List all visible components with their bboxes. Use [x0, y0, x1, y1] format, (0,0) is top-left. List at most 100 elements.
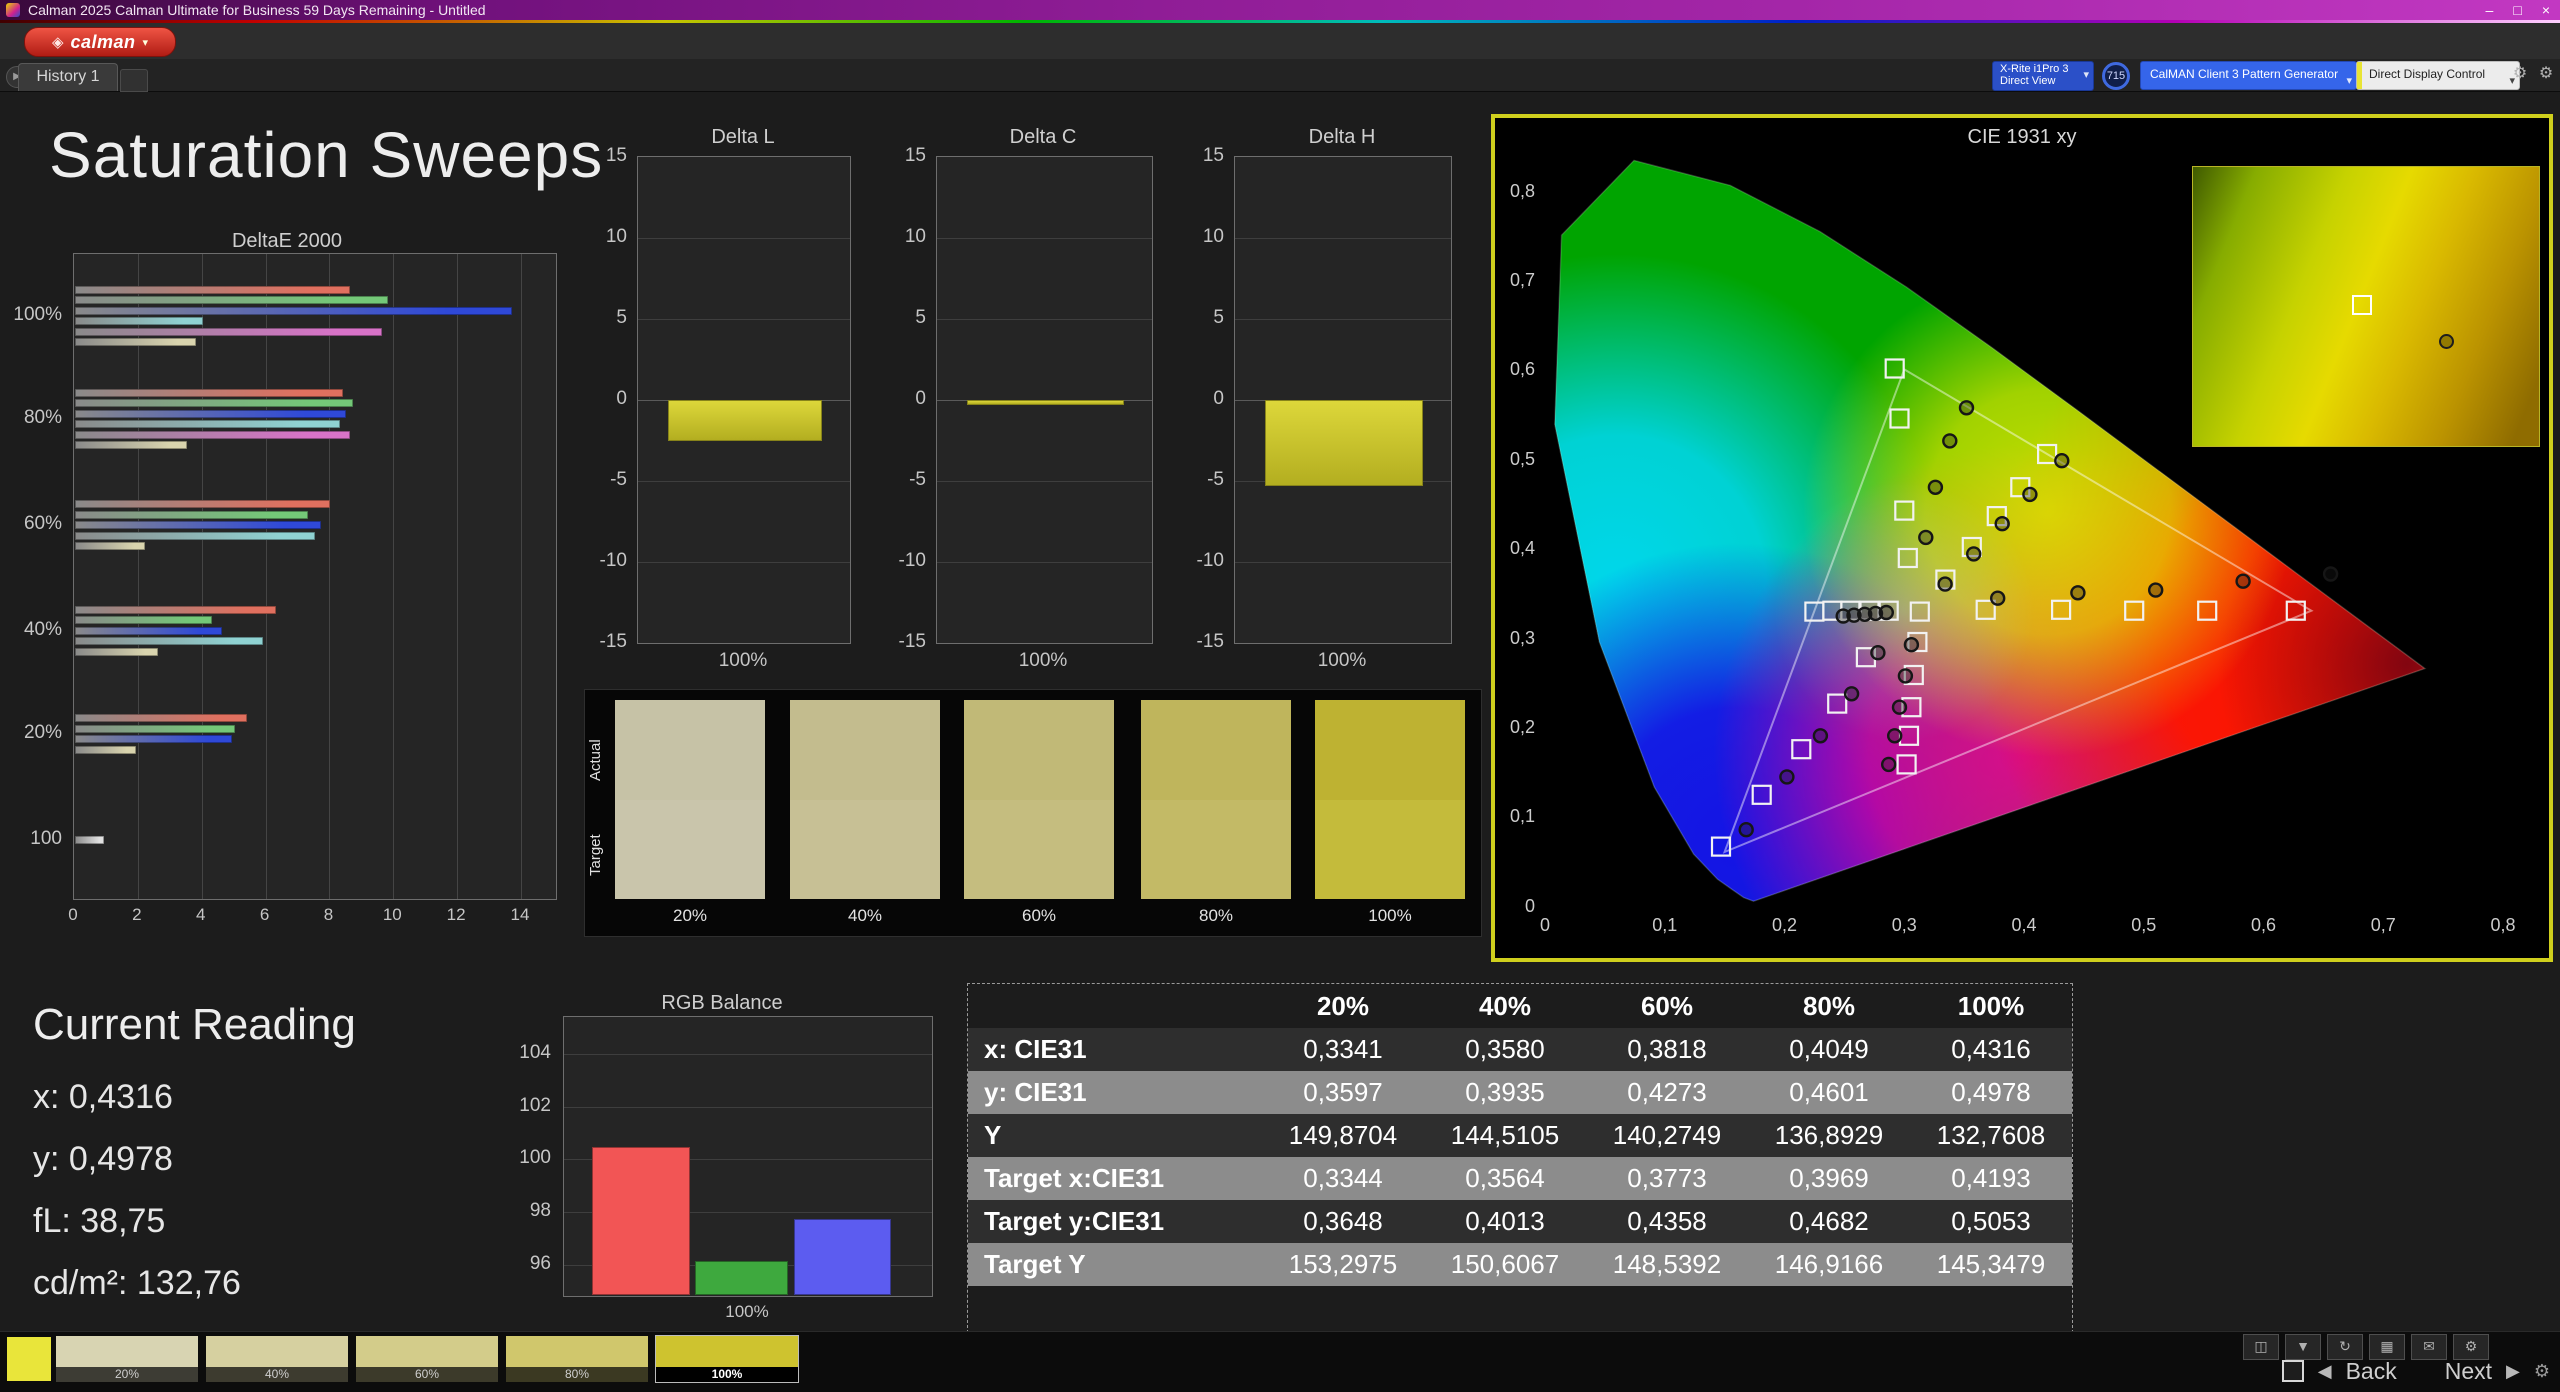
measured-circle-marker — [2322, 566, 2339, 582]
axis-tick-label: 0 — [68, 905, 78, 924]
reading-value: y: 0,4978 — [33, 1140, 173, 1178]
axis-tick-label: -10 — [898, 550, 926, 571]
axis-tick-label: 10 — [382, 905, 402, 924]
meter-mode: Direct View — [2000, 75, 2056, 87]
pattern-generator-selector[interactable]: CalMAN Client 3 Pattern Generator ▾ — [2140, 61, 2357, 90]
axis-tick-label: -15 — [599, 631, 627, 652]
measured-circle-marker — [1881, 756, 1897, 773]
axis-tick-label: 40% — [23, 618, 62, 640]
table-cell: 150,6067 — [1450, 1249, 1560, 1279]
swatch-column-label: 20% — [672, 906, 708, 925]
calman-menu-button[interactable]: ◈ calman ▾ — [24, 27, 176, 57]
delta-h-x-label: 100% — [1317, 650, 1367, 671]
pattern-thumb-20%[interactable]: 20% — [56, 1336, 198, 1382]
table-cell: 153,2975 — [1288, 1249, 1398, 1279]
delta-error-bar — [967, 400, 1124, 405]
close-button[interactable]: × — [2542, 0, 2550, 20]
measured-circle-marker — [2235, 573, 2251, 589]
new-tab-stub[interactable] — [120, 69, 148, 92]
deltae-bar — [75, 500, 331, 508]
deltae-bar — [75, 510, 309, 519]
stop-pattern-button[interactable] — [2281, 1360, 2304, 1382]
table-cell: 0,4316 — [1951, 1034, 2031, 1064]
target-swatch — [1141, 799, 1291, 899]
minimize-button[interactable]: – — [2486, 0, 2494, 20]
table-column-header: 60% — [1640, 990, 1694, 1021]
swatch-tile — [1141, 700, 1291, 899]
table-cell: 0,3773 — [1627, 1163, 1707, 1193]
pattern-thumb-100%[interactable]: 100% — [656, 1336, 798, 1382]
axis-tick-label: 0 — [616, 388, 627, 409]
reading-value: cd/m²: 132,76 — [33, 1264, 241, 1302]
axis-tick-label: 6 — [259, 905, 270, 924]
meter-selector[interactable]: X-Rite i1Pro 3 Direct View ▾ — [1992, 61, 2094, 91]
maximize-button[interactable]: □ — [2513, 0, 2521, 20]
table-cell: 0,3935 — [1465, 1077, 1545, 1107]
pattern-thumb-label: 100% — [656, 1367, 798, 1382]
table-row: Target x:CIE31 0,3344 0,3564 0,3773 0,3969 0,… — [968, 1157, 2072, 1200]
deltae-bar — [75, 420, 340, 429]
table-cell: 0,4601 — [1789, 1077, 1869, 1107]
pattern-thumb-40%[interactable]: 40% — [206, 1336, 348, 1382]
back-button[interactable]: Back — [2346, 1358, 2397, 1385]
grid-line — [638, 319, 850, 320]
delta-h-title: Delta H — [1308, 126, 1376, 148]
grid-line — [638, 562, 850, 563]
meter-name: X-Rite i1Pro 3 — [2000, 63, 2069, 75]
tab-history-1[interactable]: History 1 — [18, 63, 118, 91]
actual-swatch — [615, 700, 765, 800]
gear-icon[interactable]: ⚙ — [2508, 62, 2532, 86]
deltae-bar — [75, 409, 347, 418]
inset-target-marker — [2352, 295, 2373, 316]
grid-line — [137, 254, 139, 899]
table-row: Target y:CIE31 0,3648 0,4013 0,4358 0,4682 0,… — [968, 1200, 2072, 1243]
axis-tick-label: 2 — [132, 905, 142, 924]
pattern-thumb-80%[interactable]: 80% — [506, 1336, 648, 1382]
back-arrow-icon: ◀ — [2317, 1360, 2332, 1381]
next-arrow-icon: ▶ — [2506, 1360, 2520, 1381]
axis-tick-label: 0,2 — [1509, 716, 1535, 737]
deltae-bar — [75, 296, 388, 305]
next-button[interactable]: Next — [2445, 1358, 2492, 1385]
pattern-generator-label: CalMAN Client 3 Pattern Generator — [2150, 67, 2339, 81]
table-cell: 0,3344 — [1303, 1163, 1383, 1193]
table-cell: 140,2749 — [1612, 1120, 1722, 1150]
pattern-thumb-60%[interactable]: 60% — [356, 1336, 498, 1382]
table-cell: 0,4682 — [1789, 1206, 1869, 1236]
table-cell: 0,3648 — [1303, 1206, 1383, 1236]
gear-icon[interactable]: ⚙ — [2534, 1361, 2550, 1382]
delta-h-chart — [1234, 156, 1452, 644]
measured-circle-marker — [1937, 576, 1953, 592]
grid-line — [329, 254, 331, 899]
table-cell: 0,4049 — [1789, 1034, 1869, 1064]
axis-tick-label: 10 — [904, 226, 926, 247]
grid-line — [265, 254, 267, 899]
axis-tick-label: 100 — [30, 827, 62, 849]
axis-tick-label: 0,4 — [2011, 915, 2037, 935]
grid-line — [937, 238, 1152, 239]
display-control-selector[interactable]: Direct Display Control ▾ — [2356, 61, 2520, 90]
axis-tick-label: -15 — [1196, 631, 1224, 652]
grid-line — [457, 254, 459, 899]
rgb-bar-red — [592, 1147, 690, 1295]
measured-circle-marker — [1897, 668, 1914, 684]
actual-swatch — [964, 700, 1114, 800]
table-cell: 0,4013 — [1465, 1206, 1545, 1236]
pattern-thumb-label: 40% — [206, 1367, 348, 1382]
measured-circle-marker — [1738, 822, 1754, 838]
grid-line — [937, 562, 1152, 563]
table-cell: 0,3597 — [1303, 1077, 1383, 1107]
axis-tick-label: 15 — [1202, 145, 1224, 166]
grid-line — [201, 254, 203, 899]
measured-circle-marker — [1779, 769, 1795, 785]
table-cell: 0,3341 — [1303, 1034, 1383, 1064]
axis-tick-label: 0,1 — [1509, 806, 1535, 827]
measured-circle-marker — [1870, 645, 1886, 661]
cie-y-axis: 0,8 0,7 0,6 0,5 0,4 0,3 0,2 0,1 0 — [1495, 118, 1539, 958]
gear-icon[interactable]: ⚙ — [2534, 62, 2558, 86]
layout-button[interactable]: ◫ — [2243, 1334, 2279, 1360]
deltae-bar — [75, 714, 248, 723]
swatch-tile — [615, 700, 765, 899]
axis-tick-label: 0,8 — [1509, 180, 1535, 201]
delta-h-y-axis: 15 10 5 0 -5 -10 -15 — [1174, 145, 1228, 652]
